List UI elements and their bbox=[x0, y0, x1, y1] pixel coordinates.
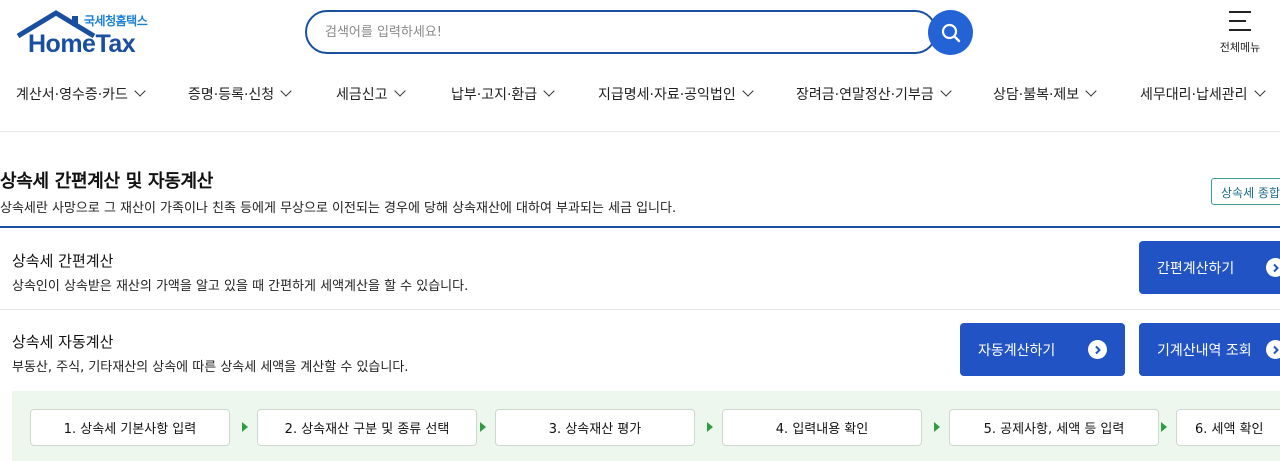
step-6: 6. 세액 확인 bbox=[1176, 409, 1280, 446]
nav-item-statement[interactable]: 지급명세·자료·공익법인 bbox=[598, 84, 754, 104]
chevron-down-icon bbox=[134, 85, 146, 97]
chevron-down-icon bbox=[393, 85, 406, 97]
nav-item-incentive[interactable]: 장려금·연말정산·기부금 bbox=[796, 84, 952, 104]
simple-calc-button-label: 간편계산하기 bbox=[1157, 260, 1235, 277]
step-3: 3. 상속재산 평가 bbox=[495, 409, 695, 446]
arrow-right-circle-icon bbox=[1088, 340, 1107, 359]
hometax-logo[interactable]: 국세청홈택스 HomeTax bbox=[16, 10, 156, 58]
nav-label: 계산서·영수증·카드 bbox=[16, 87, 128, 103]
hamburger-icon bbox=[1229, 11, 1251, 38]
title-divider bbox=[0, 226, 1280, 228]
search-box bbox=[305, 10, 937, 54]
step-1: 1. 상속세 기본사항 입력 bbox=[30, 409, 230, 446]
nav-label: 지급명세·자료·공익법인 bbox=[598, 87, 736, 103]
nav-item-certificate[interactable]: 증명·등록·신청 bbox=[188, 84, 292, 104]
step-arrow-icon bbox=[1161, 422, 1167, 432]
summary-button[interactable]: 상속세 종합 bbox=[1211, 178, 1280, 205]
page-title: 상속세 간편계산 및 자동계산 bbox=[0, 171, 214, 192]
step-arrow-icon bbox=[707, 422, 713, 432]
calc-steps: 1. 상속세 기본사항 입력 2. 상속재산 구분 및 종류 선택 3. 상속재… bbox=[12, 391, 1280, 461]
step-5: 5. 공제사항, 세액 등 입력 bbox=[949, 409, 1159, 446]
nav-label: 세무대리·납세관리 bbox=[1140, 87, 1248, 103]
nav-label: 증명·등록·신청 bbox=[188, 87, 275, 103]
simple-calc-description: 상속인이 상속받은 재산의 가액을 알고 있을 때 간편하게 세액계산을 할 수… bbox=[12, 279, 469, 294]
main-nav: 계산서·영수증·카드 증명·등록·신청 세금신고 납부·고지·환급 지급명세·자… bbox=[0, 78, 1280, 112]
nav-item-tax-report[interactable]: 세금신고 bbox=[336, 84, 406, 104]
step-arrow-icon bbox=[242, 422, 248, 432]
calc-history-button-label: 기계산내역 조회 bbox=[1157, 342, 1252, 359]
step-4: 4. 입력내용 확인 bbox=[722, 409, 922, 446]
simple-calc-button[interactable]: 간편계산하기 bbox=[1139, 241, 1280, 294]
chevron-down-icon bbox=[1253, 85, 1266, 97]
logo-title: HomeTax bbox=[28, 30, 136, 58]
calc-history-button[interactable]: 기계산내역 조회 bbox=[1139, 323, 1280, 376]
logo-subtitle: 국세청홈택스 bbox=[84, 14, 148, 28]
auto-calc-description: 부동산, 주식, 기타재산의 상속에 따른 상속세 세액을 계산할 수 있습니다… bbox=[12, 360, 409, 375]
simple-calc-title: 상속세 간편계산 bbox=[12, 252, 114, 270]
nav-item-agent[interactable]: 세무대리·납세관리 bbox=[1140, 84, 1266, 104]
step-2: 2. 상속재산 구분 및 종류 선택 bbox=[257, 409, 477, 446]
chevron-down-icon bbox=[940, 85, 952, 97]
nav-divider bbox=[0, 131, 1280, 132]
search-icon bbox=[941, 23, 960, 42]
step-arrow-icon bbox=[934, 422, 940, 432]
arrow-right-circle-icon bbox=[1266, 258, 1280, 277]
nav-item-invoice[interactable]: 계산서·영수증·카드 bbox=[16, 84, 146, 104]
chevron-down-icon bbox=[280, 85, 292, 97]
nav-label: 세금신고 bbox=[336, 87, 388, 103]
nav-item-consult[interactable]: 상담·불복·제보 bbox=[993, 84, 1097, 104]
section-divider bbox=[0, 309, 1280, 310]
auto-calc-button-label: 자동계산하기 bbox=[978, 342, 1056, 359]
nav-label: 장려금·연말정산·기부금 bbox=[796, 87, 934, 103]
chevron-down-icon bbox=[1085, 85, 1097, 97]
search-input[interactable] bbox=[325, 21, 915, 43]
auto-calc-button[interactable]: 자동계산하기 bbox=[960, 323, 1125, 376]
all-menu-label: 전체메뉴 bbox=[1219, 41, 1261, 54]
all-menu-button[interactable]: 전체메뉴 bbox=[1205, 8, 1275, 58]
arrow-right-circle-icon bbox=[1266, 340, 1280, 359]
nav-item-payment[interactable]: 납부·고지·환급 bbox=[451, 84, 555, 104]
nav-label: 상담·불복·제보 bbox=[993, 87, 1080, 103]
nav-label: 납부·고지·환급 bbox=[451, 87, 538, 103]
chevron-down-icon bbox=[543, 85, 555, 97]
auto-calc-title: 상속세 자동계산 bbox=[12, 333, 114, 351]
page-description: 상속세란 사망으로 그 재산이 가족이나 친족 등에게 무상으로 이전되는 경우… bbox=[0, 201, 677, 216]
chevron-down-icon bbox=[742, 85, 754, 97]
search-button[interactable] bbox=[928, 10, 973, 55]
step-arrow-icon bbox=[480, 422, 486, 432]
